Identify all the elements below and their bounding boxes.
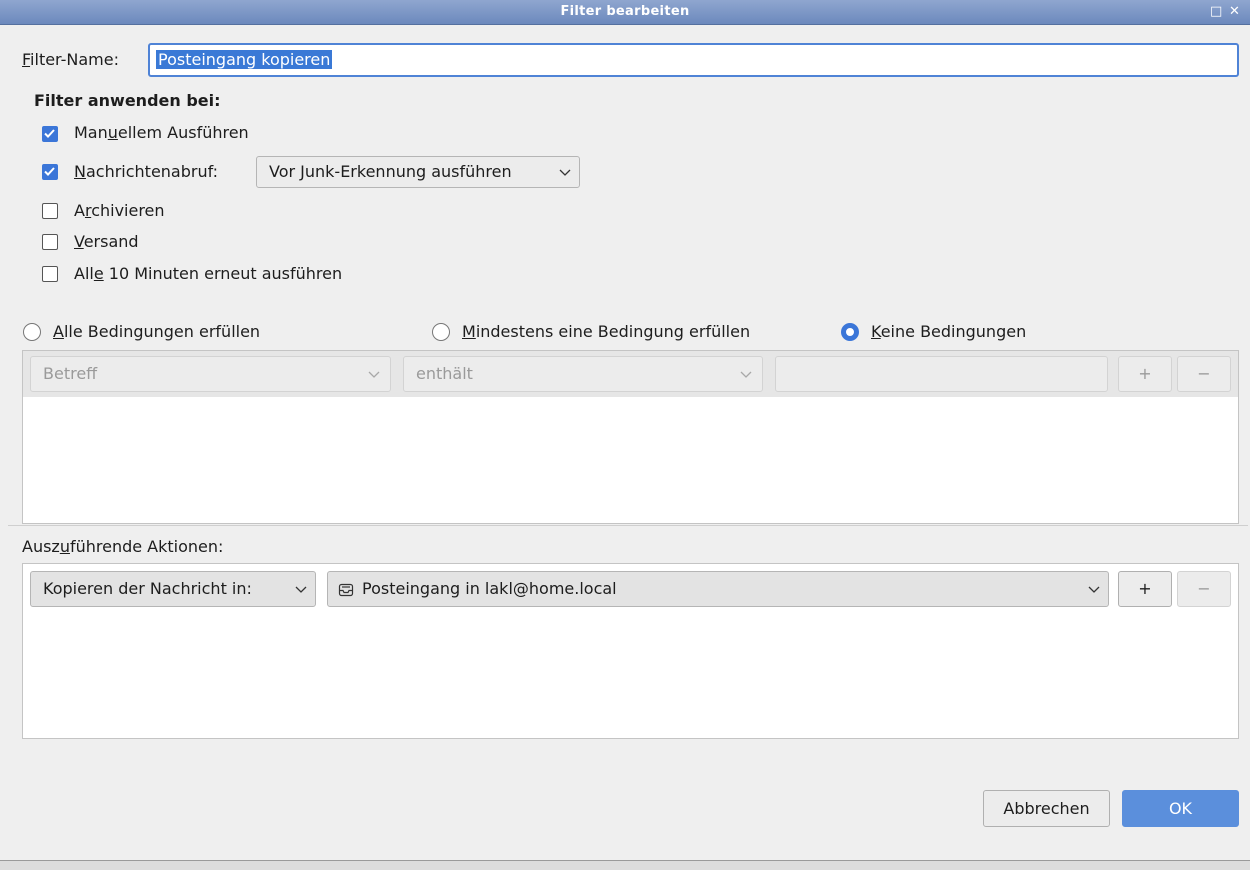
- fetch-label: Nachrichtenabruf:: [74, 162, 219, 181]
- condition-operator-value: enthält: [416, 364, 473, 383]
- manual-checkbox[interactable]: [42, 126, 58, 142]
- fetch-timing-value: Vor Junk-Erkennung ausführen: [269, 162, 512, 181]
- close-icon[interactable]: ✕: [1229, 3, 1240, 21]
- chevron-down-icon: [368, 357, 380, 391]
- remove-action-button[interactable]: −: [1177, 571, 1231, 607]
- window-title: Filter bearbeiten: [560, 4, 690, 19]
- filter-name-input[interactable]: Posteingang kopieren: [148, 43, 1239, 77]
- add-condition-button[interactable]: +: [1118, 356, 1172, 392]
- cancel-button[interactable]: Abbrechen: [983, 790, 1110, 827]
- action-type-dropdown[interactable]: Kopieren der Nachricht in:: [30, 571, 316, 607]
- inbox-icon: [338, 582, 354, 602]
- match-all-label: Alle Bedingungen erfüllen: [53, 322, 261, 341]
- match-any-radio[interactable]: [432, 323, 450, 341]
- periodic-label: Alle 10 Minuten erneut ausführen: [74, 264, 343, 283]
- match-all-radio[interactable]: [23, 323, 41, 341]
- chevron-down-icon: [1088, 572, 1100, 606]
- fetch-checkbox[interactable]: [42, 164, 58, 180]
- maximize-icon[interactable]: □: [1210, 3, 1222, 21]
- condition-field-dropdown[interactable]: Betreff: [30, 356, 391, 392]
- remove-condition-button[interactable]: −: [1177, 356, 1231, 392]
- fetch-timing-dropdown[interactable]: Vor Junk-Erkennung ausführen: [256, 156, 580, 188]
- manual-label: Manuellem Ausführen: [74, 123, 249, 142]
- condition-value-input[interactable]: [775, 356, 1108, 392]
- chevron-down-icon: [559, 157, 571, 187]
- archive-label: Archivieren: [74, 201, 165, 220]
- chevron-down-icon: [295, 572, 307, 606]
- send-label: Versand: [74, 232, 139, 251]
- action-target-value: Posteingang in lakl@home.local: [362, 579, 617, 598]
- apply-when-heading: Filter anwenden bei:: [34, 91, 221, 110]
- chevron-down-icon: [740, 357, 752, 391]
- action-target-dropdown[interactable]: Posteingang in lakl@home.local: [327, 571, 1109, 607]
- match-none-radio[interactable]: [841, 323, 859, 341]
- section-divider: [8, 525, 1248, 526]
- send-checkbox[interactable]: [42, 234, 58, 250]
- filter-name-value: Posteingang kopieren: [156, 50, 333, 69]
- condition-operator-dropdown[interactable]: enthält: [403, 356, 763, 392]
- match-none-label: Keine Bedingungen: [871, 322, 1027, 341]
- add-action-button[interactable]: +: [1118, 571, 1172, 607]
- match-any-label: Mindestens eine Bedingung erfüllen: [462, 322, 751, 341]
- ok-button[interactable]: OK: [1122, 790, 1239, 827]
- periodic-checkbox[interactable]: [42, 266, 58, 282]
- archive-checkbox[interactable]: [42, 203, 58, 219]
- actions-label: Auszuführende Aktionen:: [22, 537, 224, 556]
- action-type-value: Kopieren der Nachricht in:: [43, 579, 252, 598]
- condition-field-value: Betreff: [43, 364, 98, 383]
- filter-name-label: Filter-Name:: [22, 50, 119, 69]
